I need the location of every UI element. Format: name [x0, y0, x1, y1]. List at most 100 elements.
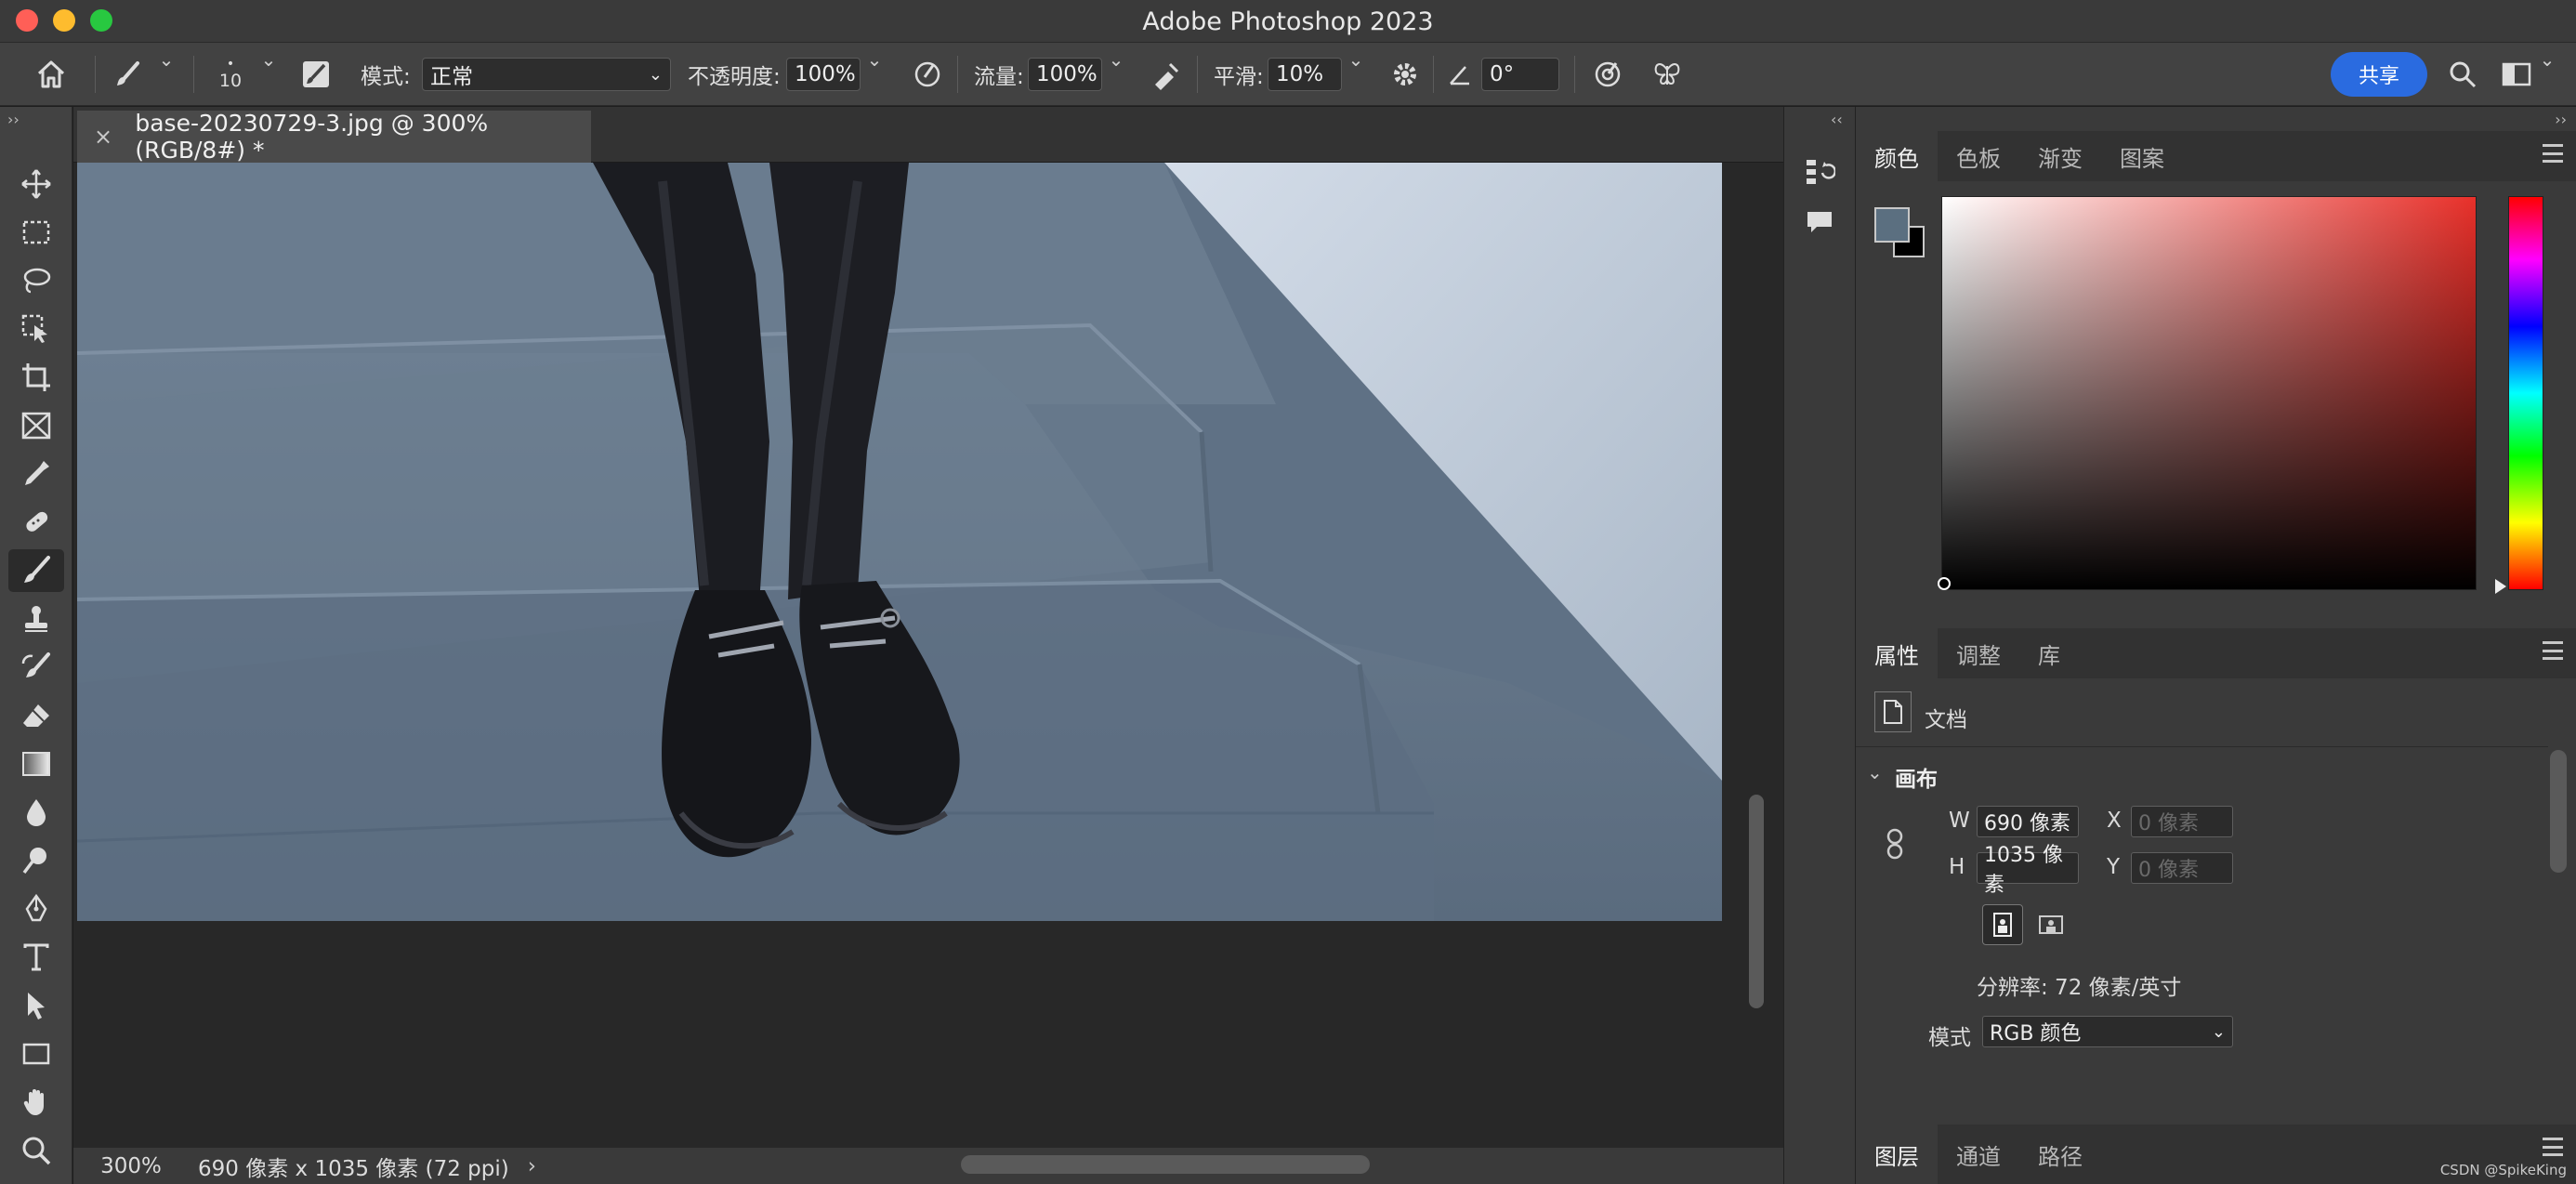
hue-slider[interactable] [2508, 196, 2543, 590]
tab-color[interactable]: 颜色 [1856, 131, 1938, 181]
smoothing-input[interactable]: 10% [1268, 43, 1342, 106]
y-label: Y [2107, 855, 2121, 879]
expand-dock-icon[interactable]: ›› [2555, 111, 2567, 128]
color-panel-tabs: 颜色 色板 渐变 图案 [1856, 131, 2576, 181]
tab-gradients[interactable]: 渐变 [2019, 131, 2101, 181]
angle-value[interactable]: 0° [1481, 58, 1559, 91]
title-bar: Adobe Photoshop 2023 [0, 0, 2576, 43]
height-input[interactable]: 1035 像素 [1977, 844, 2079, 897]
eraser-icon[interactable] [8, 694, 64, 737]
share-button[interactable]: 共享 [2331, 52, 2427, 97]
x-input[interactable]: 0 像素 [2131, 806, 2233, 837]
color-panel-menu-icon[interactable] [2543, 144, 2563, 163]
pressure-opacity-icon[interactable] [907, 43, 948, 106]
vertical-scrollbar[interactable] [1749, 795, 1764, 1008]
brush-settings-icon[interactable] [296, 43, 336, 106]
brush-size-dropdown[interactable]: ⌄ [256, 43, 281, 76]
mode-select[interactable]: 正常 ⌄ [422, 43, 671, 106]
portrait-orientation-button[interactable] [1982, 904, 2023, 945]
brush-preset-dropdown[interactable]: ⌄ [154, 43, 178, 76]
resolution-text: 分辨率: 72 像素/英寸 [1977, 976, 2182, 1000]
y-input[interactable]: 0 像素 [2131, 852, 2233, 884]
close-icon[interactable]: × [94, 124, 120, 150]
properties-panel-menu-icon[interactable] [2543, 641, 2563, 660]
tab-libraries[interactable]: 库 [2019, 628, 2079, 678]
move-icon[interactable] [8, 163, 64, 205]
properties-panel-tabs: 属性 调整 库 [1856, 628, 2576, 678]
tab-properties[interactable]: 属性 [1856, 628, 1938, 678]
workspace-dropdown[interactable]: ⌄ [2535, 43, 2559, 76]
width-input[interactable]: 690 像素 [1977, 806, 2079, 837]
angle-input[interactable]: 0° [1481, 43, 1559, 106]
properties-scrollbar[interactable] [2550, 750, 2567, 873]
crop-icon[interactable] [8, 356, 64, 399]
smoothing-dropdown[interactable]: ⌄ [1344, 43, 1368, 76]
zoom-level[interactable]: 300% [85, 1154, 177, 1178]
history-panel-icon[interactable] [1801, 153, 1838, 191]
height-label: H [1949, 855, 1965, 879]
home-icon[interactable] [28, 43, 74, 106]
color-mode-label: 模式 [1928, 1026, 1971, 1050]
opacity-value[interactable]: 100% [786, 58, 861, 91]
flow-dropdown[interactable]: ⌄ [1104, 43, 1128, 76]
horizontal-scrollbar[interactable] [961, 1155, 1370, 1174]
brush-icon[interactable] [8, 549, 64, 592]
collapse-strip-icon[interactable]: ‹‹ [1831, 111, 1843, 128]
options-bar: ⌄ • 10 ⌄ 模式: 正常 ⌄ 不透明度: 100% ⌄ 流量: 100% … [0, 43, 2576, 106]
canvas-section-title[interactable]: 画布 [1895, 761, 1938, 793]
healing-brush-icon[interactable] [8, 501, 64, 544]
object-select-icon[interactable] [8, 308, 64, 350]
collapse-toolbar-icon[interactable]: ›› [7, 111, 20, 128]
status-bar: 300% 690 像素 x 1035 像素 (72 ppi) › [73, 1148, 1783, 1184]
tab-layers[interactable]: 图层 [1856, 1125, 1938, 1184]
type-icon[interactable] [8, 936, 64, 979]
chevron-right-icon[interactable]: › [528, 1154, 536, 1178]
layers-panel-menu-icon[interactable] [2543, 1138, 2563, 1156]
comment-panel-icon[interactable] [1801, 204, 1838, 241]
dodge-icon[interactable] [8, 839, 64, 882]
symmetry-butterfly-icon[interactable] [1647, 43, 1688, 106]
color-mode-select[interactable]: RGB 颜色 ⌄ [1982, 1016, 2233, 1047]
flow-input[interactable]: 100% [1028, 43, 1102, 106]
tab-channels[interactable]: 通道 [1938, 1125, 2019, 1184]
pen-icon[interactable] [8, 888, 64, 930]
airbrush-icon[interactable] [1147, 43, 1188, 106]
tab-patterns[interactable]: 图案 [2101, 131, 2183, 181]
document-canvas[interactable] [77, 163, 1722, 921]
path-select-icon[interactable] [8, 984, 64, 1027]
blur-icon[interactable] [8, 791, 64, 834]
clone-stamp-icon[interactable] [8, 598, 64, 640]
color-picker-handle[interactable] [1938, 577, 1951, 590]
tab-adjustments[interactable]: 调整 [1938, 628, 2019, 678]
history-brush-icon[interactable] [8, 646, 64, 689]
brush-size-indicator[interactable]: • 10 [212, 43, 249, 106]
workspace-icon[interactable] [2498, 43, 2535, 106]
tab-swatches[interactable]: 色板 [1938, 131, 2019, 181]
search-icon[interactable] [2444, 43, 2481, 106]
lasso-icon[interactable] [8, 259, 64, 302]
flow-label: 流量: [974, 65, 1024, 89]
gear-icon[interactable] [1385, 43, 1426, 106]
eyedropper-icon[interactable] [8, 453, 64, 495]
frame-icon[interactable] [8, 404, 64, 447]
opacity-dropdown[interactable]: ⌄ [862, 43, 887, 76]
flow-value[interactable]: 100% [1028, 58, 1102, 91]
opacity-input[interactable]: 100% [786, 43, 861, 106]
marquee-icon[interactable] [8, 211, 64, 254]
link-icon[interactable] [1884, 827, 1906, 866]
color-field[interactable] [1941, 196, 2477, 590]
brush-preset-icon[interactable] [108, 43, 149, 106]
tab-paths[interactable]: 路径 [2019, 1125, 2101, 1184]
hue-slider-handle[interactable] [2495, 579, 2506, 594]
gradient-icon[interactable] [8, 743, 64, 785]
pressure-size-icon[interactable] [1587, 43, 1628, 106]
rectangle-icon[interactable] [8, 1033, 64, 1075]
tools-panel: ›› [0, 107, 72, 1184]
zoom-icon[interactable] [8, 1129, 64, 1172]
foreground-color-swatch[interactable] [1874, 207, 1910, 243]
hand-icon[interactable] [8, 1081, 64, 1124]
landscape-orientation-button[interactable] [2031, 904, 2071, 945]
document-tab[interactable]: × base-20230729-3.jpg @ 300%(RGB/8#) * [77, 110, 591, 164]
smoothing-value[interactable]: 10% [1268, 58, 1342, 91]
chevron-down-icon[interactable]: ⌄ [1867, 761, 1883, 783]
